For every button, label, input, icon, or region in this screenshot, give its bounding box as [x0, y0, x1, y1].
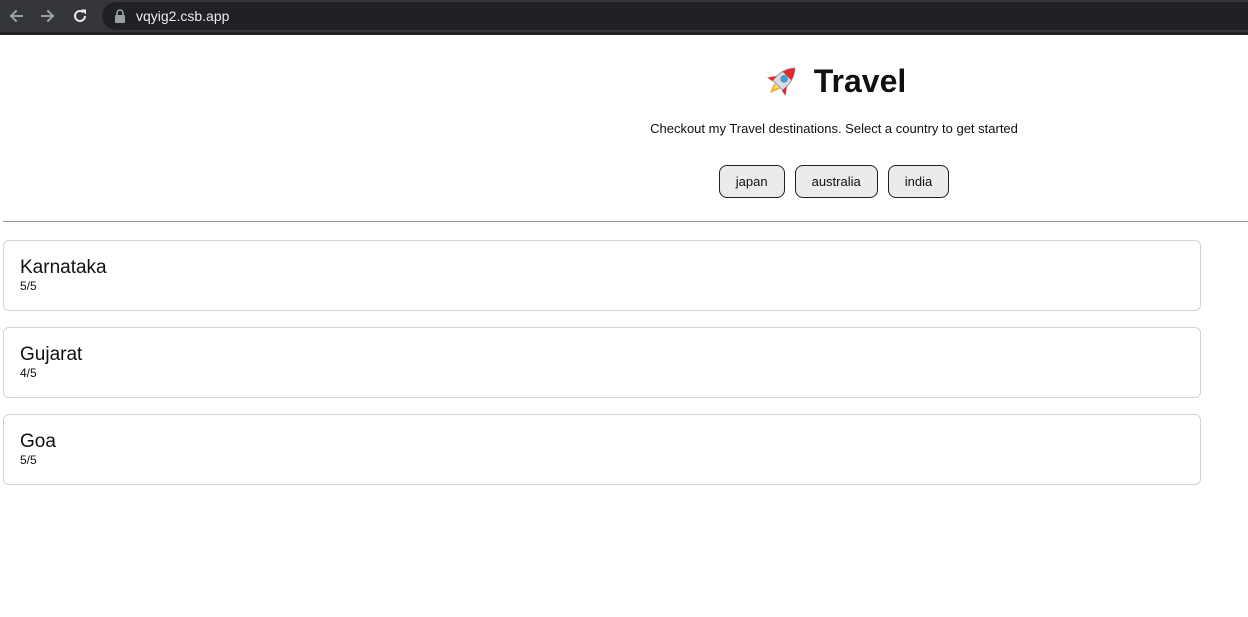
country-buttons: japan australia india	[420, 165, 1248, 198]
page-content: Travel Checkout my Travel destinations. …	[0, 35, 1248, 617]
country-button-australia[interactable]: australia	[794, 165, 878, 198]
arrow-left-icon	[9, 9, 23, 23]
url-text: vqyig2.csb.app	[136, 8, 230, 24]
destination-name: Goa	[20, 431, 56, 452]
browser-toolbar: vqyig2.csb.app	[0, 0, 1248, 35]
forward-button[interactable]	[37, 5, 59, 27]
destination-card: Karnataka 5/5	[3, 240, 1201, 311]
destination-rating: 5/5	[20, 453, 37, 467]
back-button[interactable]	[5, 5, 27, 27]
lock-icon	[115, 9, 125, 23]
destination-rating: 5/5	[20, 279, 37, 293]
destination-rating: 4/5	[20, 366, 37, 380]
country-button-japan[interactable]: japan	[718, 165, 785, 198]
rocket-icon	[766, 67, 795, 96]
page-title: Travel	[813, 63, 907, 99]
arrow-right-icon	[41, 9, 55, 23]
title-row: Travel	[420, 59, 1248, 103]
divider	[3, 221, 1248, 222]
destination-card: Gujarat 4/5	[3, 327, 1201, 398]
reload-button[interactable]	[69, 5, 91, 27]
address-bar[interactable]: vqyig2.csb.app	[102, 2, 1248, 30]
country-button-india[interactable]: india	[887, 165, 950, 198]
page-subtitle: Checkout my Travel destinations. Select …	[650, 121, 1018, 136]
destination-name: Karnataka	[20, 257, 107, 278]
reload-icon	[74, 9, 86, 22]
destination-name: Gujarat	[20, 344, 83, 365]
destination-card: Goa 5/5	[3, 414, 1201, 485]
destination-list: Karnataka 5/5 Gujarat 4/5 Goa 5/5	[3, 240, 1201, 501]
